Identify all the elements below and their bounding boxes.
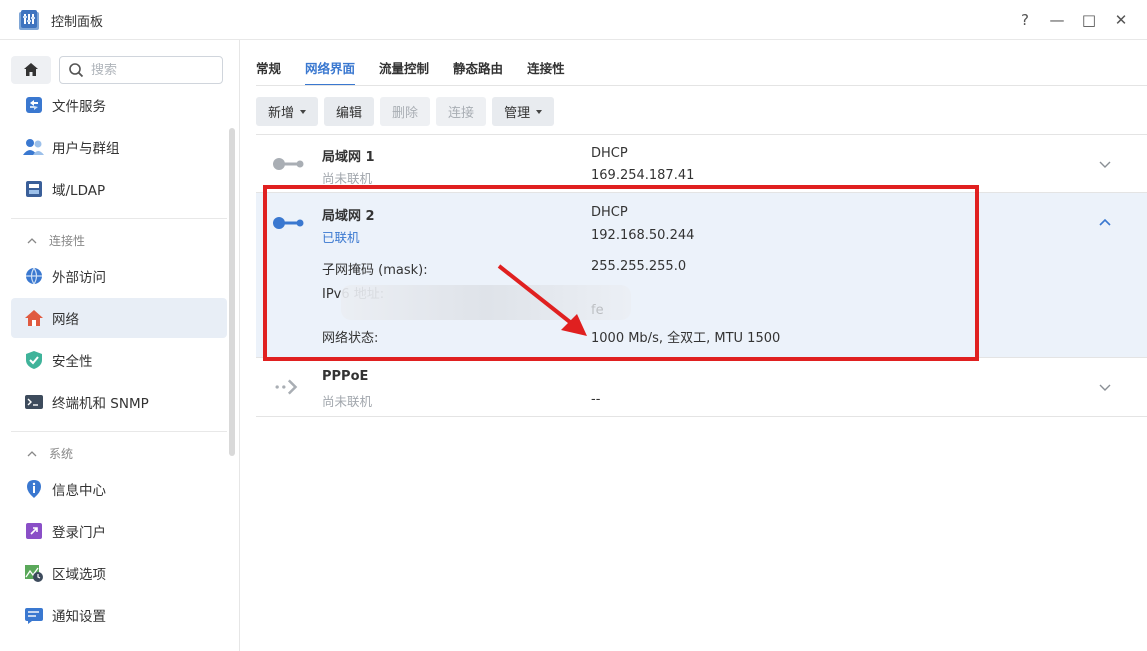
- sidebar-item-file-services[interactable]: 文件服务: [11, 85, 227, 125]
- network-home-icon: [23, 307, 45, 329]
- minimize-button[interactable]: —: [1047, 10, 1067, 30]
- search-icon: [69, 63, 84, 78]
- section-label: 连接性: [49, 234, 86, 248]
- sidebar-item-terminal[interactable]: 终端机和 SNMP: [11, 382, 227, 422]
- tab-static-route[interactable]: 静态路由: [453, 52, 503, 86]
- interface-mode: DHCP: [591, 146, 628, 161]
- sidebar-item-label: 信息中心: [52, 483, 106, 499]
- sidebar-item-login-portal[interactable]: 登录门户: [11, 511, 227, 551]
- chevron-up-icon: [27, 450, 37, 456]
- maximize-button[interactable]: □: [1079, 10, 1099, 30]
- edit-button[interactable]: 编辑: [324, 97, 375, 126]
- sidebar-item-label: 文件服务: [52, 99, 106, 115]
- chevron-down-icon[interactable]: [1098, 159, 1112, 169]
- sidebar-item-label: 安全性: [52, 354, 93, 370]
- section-system[interactable]: 系统: [27, 445, 73, 462]
- domain-ldap-icon: [23, 178, 45, 200]
- sidebar-item-security[interactable]: 安全性: [11, 340, 227, 380]
- chevron-down-icon[interactable]: [1098, 382, 1112, 392]
- globe-icon: [23, 265, 45, 287]
- sidebar-item-network[interactable]: 网络: [11, 298, 227, 338]
- delete-button[interactable]: 删除: [380, 97, 431, 126]
- sidebar-item-external-access[interactable]: 外部访问: [11, 256, 227, 296]
- manage-button-label: 管理: [504, 106, 531, 121]
- chevron-up-icon: [27, 237, 37, 243]
- login-portal-icon: [23, 520, 45, 542]
- sidebar-item-info-center[interactable]: 信息中心: [11, 469, 227, 509]
- toolbar: 新增 编辑 删除 连接 管理: [256, 97, 560, 127]
- terminal-icon: [23, 391, 45, 413]
- control-panel-icon: [19, 10, 39, 30]
- sidebar-item-label: 域/LDAP: [52, 183, 106, 199]
- lan-disconnected-icon: [273, 158, 304, 170]
- caret-down-icon: [536, 109, 543, 114]
- section-label: 系统: [49, 447, 74, 461]
- help-button[interactable]: ?: [1015, 10, 1035, 30]
- interface-row-pppoe[interactable]: PPPoE 尚未联机 --: [256, 358, 1147, 417]
- manage-button[interactable]: 管理: [492, 97, 555, 126]
- tab-bar: 常规 网络界面 流量控制 静态路由 连接性: [256, 52, 589, 86]
- divider: [11, 431, 227, 432]
- interface-status: 尚未联机: [322, 394, 373, 409]
- connect-button[interactable]: 连接: [436, 97, 487, 126]
- file-services-icon: [23, 94, 45, 116]
- sidebar-item-label: 登录门户: [52, 525, 106, 541]
- add-button-label: 新增: [268, 106, 295, 121]
- sidebar: 文件服务 用户与群组 域/LDAP 连接性 外部访问 网络 安全性: [0, 40, 240, 651]
- sidebar-item-label: 终端机和 SNMP: [52, 396, 149, 412]
- chevron-up-icon[interactable]: [1098, 217, 1112, 227]
- sidebar-scrollbar[interactable]: [229, 128, 235, 456]
- sidebar-item-label: 外部访问: [52, 270, 106, 286]
- tab-connectivity[interactable]: 连接性: [527, 52, 565, 86]
- sidebar-item-region[interactable]: 区域选项: [11, 553, 227, 593]
- title-bar: 控制面板 ? — □ ✕: [0, 0, 1147, 40]
- section-connectivity[interactable]: 连接性: [27, 232, 85, 249]
- notification-icon: [23, 604, 45, 626]
- tab-general[interactable]: 常规: [256, 52, 281, 86]
- caret-down-icon: [300, 109, 307, 114]
- search-input[interactable]: [91, 62, 201, 78]
- info-icon: [23, 478, 45, 500]
- interface-value: --: [591, 392, 601, 407]
- sidebar-item-users[interactable]: 用户与群组: [11, 127, 227, 167]
- divider: [256, 85, 1147, 86]
- sidebar-item-domain-ldap[interactable]: 域/LDAP: [11, 169, 227, 209]
- region-icon: [23, 562, 45, 584]
- interface-name: 局域网 1: [322, 150, 375, 165]
- sidebar-item-label: 区域选项: [52, 567, 106, 583]
- annotation-arrow: [497, 264, 587, 336]
- sidebar-item-label: 通知设置: [52, 609, 106, 625]
- users-icon: [23, 136, 45, 158]
- window-title: 控制面板: [51, 15, 104, 30]
- shield-icon: [23, 349, 45, 371]
- sidebar-item-label: 用户与群组: [52, 141, 120, 157]
- sidebar-item-label: 网络: [52, 312, 79, 328]
- divider: [11, 218, 227, 219]
- annotation-highlight-box: [263, 185, 979, 361]
- add-button[interactable]: 新增: [256, 97, 319, 126]
- pppoe-icon: [275, 379, 298, 395]
- close-button[interactable]: ✕: [1111, 10, 1131, 30]
- home-icon: [24, 63, 38, 76]
- tab-traffic-control[interactable]: 流量控制: [379, 52, 429, 86]
- home-button[interactable]: [11, 56, 51, 84]
- tab-network-interface[interactable]: 网络界面: [305, 52, 356, 86]
- interface-ip: 169.254.187.41: [591, 168, 695, 183]
- interface-name: PPPoE: [322, 369, 369, 384]
- sidebar-item-notification[interactable]: 通知设置: [11, 595, 227, 635]
- search-box[interactable]: [59, 56, 223, 84]
